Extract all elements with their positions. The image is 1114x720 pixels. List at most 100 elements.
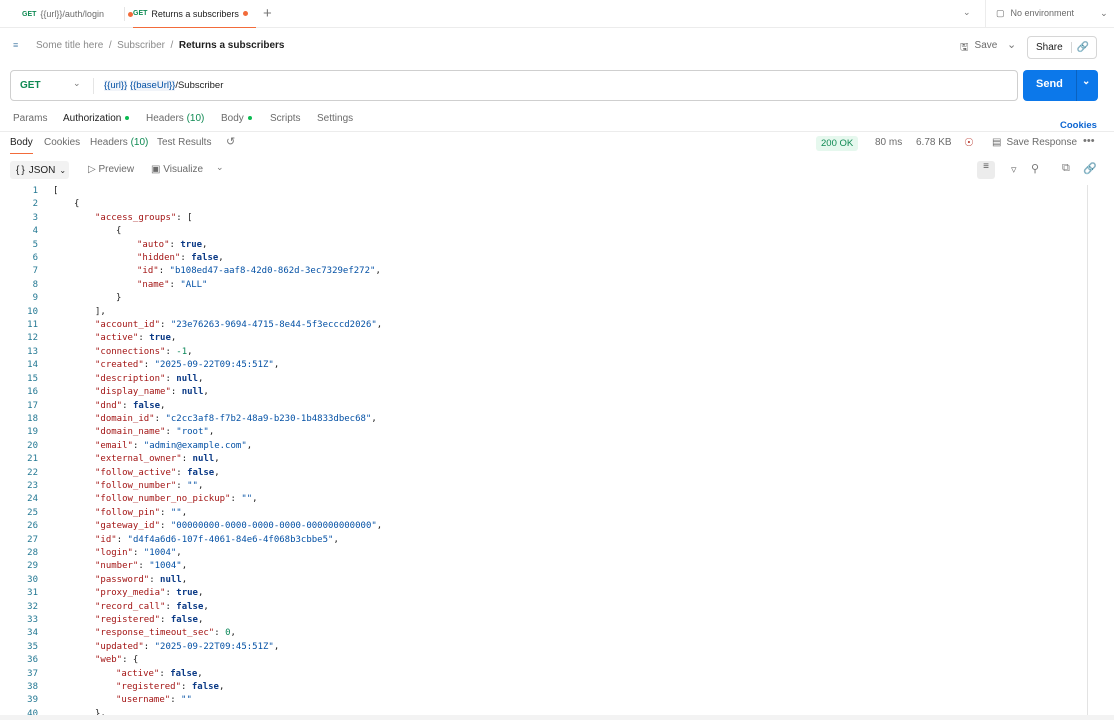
response-tab-body[interactable]: Body (10, 137, 33, 154)
response-tab-test-results[interactable]: Test Results (157, 137, 211, 148)
line-number: 16 (27, 387, 38, 398)
save-response-button[interactable]: ▤ Save Response (992, 137, 1077, 148)
breadcrumb-collection[interactable]: Some title here (36, 40, 103, 51)
code-line: 8 "name": "ALL" (0, 279, 1086, 292)
code-line: 23 "follow_number": "", (0, 480, 1086, 493)
wrap-lines-icon[interactable]: ≡ (977, 161, 995, 179)
tab-body[interactable]: Body (221, 113, 252, 124)
code-line: 18 "domain_id": "c2cc3af8-f7b2-48a9-b230-… (0, 413, 1086, 426)
line-number: 35 (27, 641, 38, 652)
format-select[interactable]: { } JSON ⌄ (10, 161, 69, 179)
copy-icon[interactable]: ⧉ (1062, 162, 1070, 175)
code-line: 20 "email": "admin@example.com", (0, 440, 1086, 453)
code-text: "follow_active": false, (95, 467, 220, 478)
line-number: 13 (27, 346, 38, 357)
filter-icon[interactable]: ▿ (1011, 163, 1017, 176)
code-text: "gateway_id": "00000000-0000-0000-0000-0… (95, 521, 383, 532)
scrollbar[interactable] (1087, 185, 1088, 715)
tab-settings[interactable]: Settings (317, 113, 353, 124)
code-text: ], (95, 306, 106, 317)
cookies-link[interactable]: Cookies (1060, 120, 1097, 131)
code-text: "domain_name": "root", (95, 427, 215, 438)
more-options-icon[interactable]: ••• (1083, 135, 1095, 147)
tab-params[interactable]: Params (13, 113, 47, 124)
code-text: "response_timeout_sec": 0, (95, 628, 236, 639)
preview-button[interactable]: ▷ Preview (88, 164, 134, 175)
share-group: Share 🔗 (1027, 36, 1097, 59)
line-number: 21 (27, 454, 38, 465)
code-line: 17 "dnd": false, (0, 400, 1086, 413)
method-chevron-icon[interactable]: ⌄ (73, 78, 81, 89)
code-line: 30 "password": null, (0, 574, 1086, 587)
code-line: 2{ (0, 198, 1086, 211)
history-icon[interactable]: ↺ (226, 135, 235, 148)
tabs-chevron-down-icon[interactable]: ⌄ (963, 7, 971, 18)
line-number: 29 (27, 561, 38, 572)
request-title[interactable]: Returns a subscribers (179, 40, 285, 51)
code-text: "updated": "2025-09-22T09:45:51Z", (95, 641, 280, 652)
environment-selector[interactable]: ▢ No environment ⌄ (996, 8, 1108, 19)
code-text: "follow_number_no_pickup": "", (95, 494, 258, 505)
code-line: 29 "number": "1004", (0, 560, 1086, 573)
code-line: 31 "proxy_media": true, (0, 587, 1086, 600)
tab-scripts[interactable]: Scripts (270, 113, 301, 124)
code-text: "id": "d4f4a6d6-107f-4061-84e6-4f068b3cb… (95, 534, 339, 545)
code-text: { (74, 199, 80, 210)
code-text: { (116, 226, 122, 237)
line-number: 2 (32, 199, 38, 210)
code-line: 16 "display_name": null, (0, 386, 1086, 399)
save-options-chevron-icon[interactable]: ⌄ (1007, 38, 1016, 51)
code-text: "record_call": false, (95, 601, 209, 612)
line-number: 33 (27, 615, 38, 625)
share-button[interactable]: Share (1028, 42, 1072, 53)
line-number: 36 (27, 655, 38, 666)
save-button[interactable]: 🖫 Save (960, 40, 997, 57)
tab-authorization[interactable]: Authorization (63, 113, 130, 124)
line-number: 37 (27, 668, 38, 679)
tab-login[interactable]: GET {{url}}/auth/login (22, 0, 133, 28)
link-icon[interactable]: 🔗 (1083, 162, 1097, 175)
breadcrumb: Some title here / Subscriber / Returns a… (36, 40, 285, 51)
line-number: 25 (27, 507, 38, 518)
response-tab-headers[interactable]: Headers (10) (90, 137, 148, 148)
code-text: "external_owner": null, (95, 454, 220, 465)
code-text: "domain_id": "c2cc3af8-f7b2-48a9-b230-1b… (95, 413, 377, 424)
code-line: 14 "created": "2025-09-22T09:45:51Z", (0, 359, 1086, 372)
visualize-button[interactable]: ▣ Visualize (151, 164, 203, 175)
code-line: 13 "connections": -1, (0, 346, 1086, 359)
tab-subscribers[interactable]: GET Returns a subscribers (133, 0, 256, 28)
line-number: 39 (27, 695, 38, 706)
code-text: "id": "b108ed47-aaf8-42d0-862d-3ec7329ef… (137, 266, 381, 277)
search-icon[interactable]: ⚲ (1031, 162, 1039, 175)
copy-link-icon[interactable]: 🔗 (1072, 42, 1089, 53)
code-text: "active": false, (116, 668, 203, 679)
code-line: 6 "hidden": false, (0, 252, 1086, 265)
code-text: "login": "1004", (95, 547, 182, 558)
line-number: 24 (27, 494, 38, 505)
tab-headers[interactable]: Headers (10) (146, 113, 204, 124)
tab-title: Returns a subscribers (151, 8, 239, 19)
code-line: 12 "active": true, (0, 332, 1086, 345)
line-number: 23 (27, 480, 38, 491)
visualize-chevron-icon[interactable]: ⌄ (216, 162, 224, 173)
response-body-editor[interactable]: 1[2{3 "access_groups": [4{5 "auto": true, 6… (0, 185, 1086, 715)
chevron-down-icon: ⌄ (1100, 8, 1108, 18)
line-number: 26 (27, 521, 38, 532)
send-options-chevron-icon[interactable]: ⌄ (1082, 76, 1090, 87)
new-tab-plus-icon[interactable]: + (263, 5, 272, 22)
json-braces-icon: { } (16, 164, 25, 176)
url-input[interactable]: {{url}} {{baseUrl}}/Subscriber (104, 80, 223, 91)
code-text: "number": "1004", (95, 561, 188, 572)
network-globe-icon[interactable]: ☉ (964, 136, 974, 149)
code-line: 11 "account_id": "23e76263-9694-4715-8e44… (0, 319, 1086, 332)
breadcrumb-folder[interactable]: Subscriber (117, 40, 165, 51)
url-variable: {{url}} (104, 80, 128, 91)
send-button[interactable]: Send (1036, 78, 1063, 90)
code-text: } (116, 293, 122, 304)
response-tab-cookies[interactable]: Cookies (44, 137, 80, 148)
code-text: "username": "" (116, 695, 192, 706)
method-select[interactable]: GET (20, 80, 41, 91)
code-text: "registered": false, (116, 682, 225, 693)
code-line: 37 "active": false, (0, 668, 1086, 681)
code-line: 26 "gateway_id": "00000000-0000-0000-0000… (0, 520, 1086, 533)
